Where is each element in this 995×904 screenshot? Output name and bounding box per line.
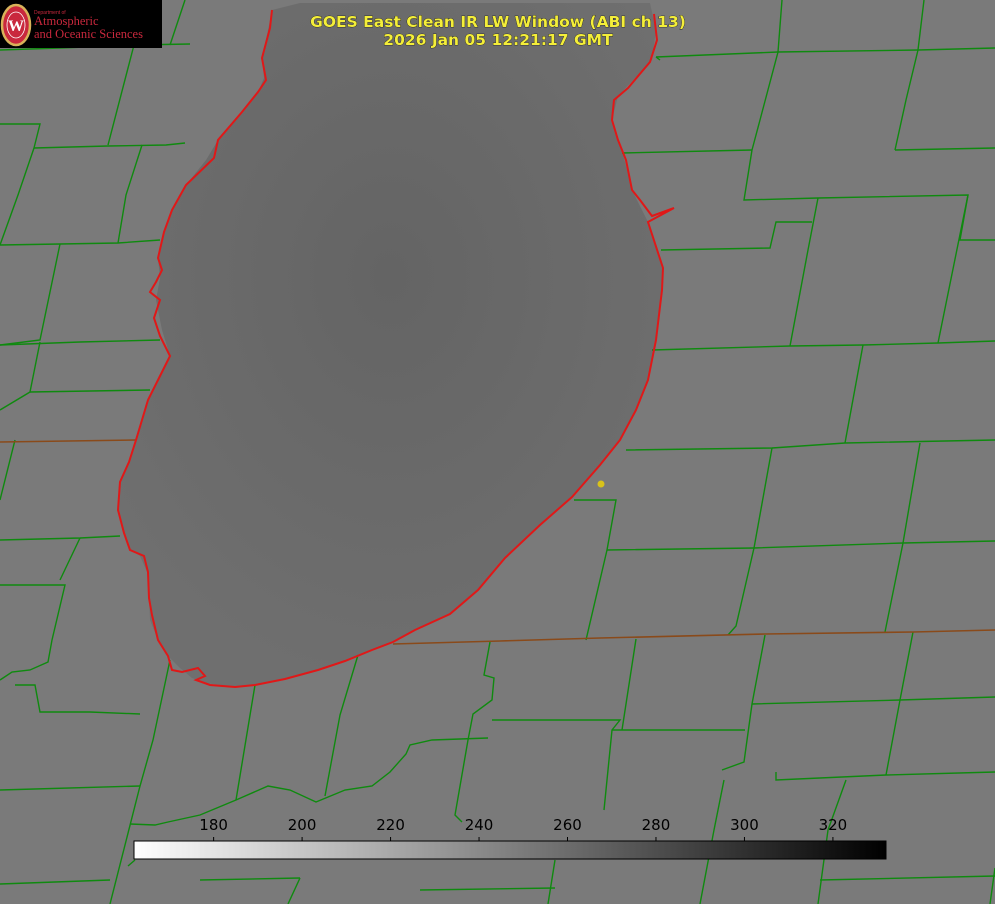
colorbar-tick-label: 220 bbox=[376, 816, 405, 834]
colorbar-tick-label: 280 bbox=[642, 816, 671, 834]
image-title: GOES East Clean IR LW Window (ABI ch 13) bbox=[310, 13, 686, 31]
colorbar-tick-label: 300 bbox=[730, 816, 759, 834]
uw-crest-icon: W bbox=[0, 3, 32, 47]
aos-logo: W Department of Atmospheric and Oceanic … bbox=[0, 0, 162, 48]
logo-line-1: Atmospheric bbox=[34, 14, 99, 28]
logo-line-2: and Oceanic Sciences bbox=[34, 27, 143, 41]
crest-letter: W bbox=[8, 18, 24, 35]
colorbar-tick-label: 260 bbox=[553, 816, 582, 834]
colorbar-tick-label: 200 bbox=[288, 816, 317, 834]
colorbar-tick-label: 320 bbox=[819, 816, 848, 834]
location-marker bbox=[597, 480, 605, 488]
colorbar-tick-label: 180 bbox=[199, 816, 228, 834]
colorbar-gradient bbox=[133, 840, 887, 860]
satellite-map: W Department of Atmospheric and Oceanic … bbox=[0, 0, 995, 904]
colorbar-tick-label: 240 bbox=[465, 816, 494, 834]
image-timestamp: 2026 Jan 05 12:21:17 GMT bbox=[383, 31, 613, 49]
